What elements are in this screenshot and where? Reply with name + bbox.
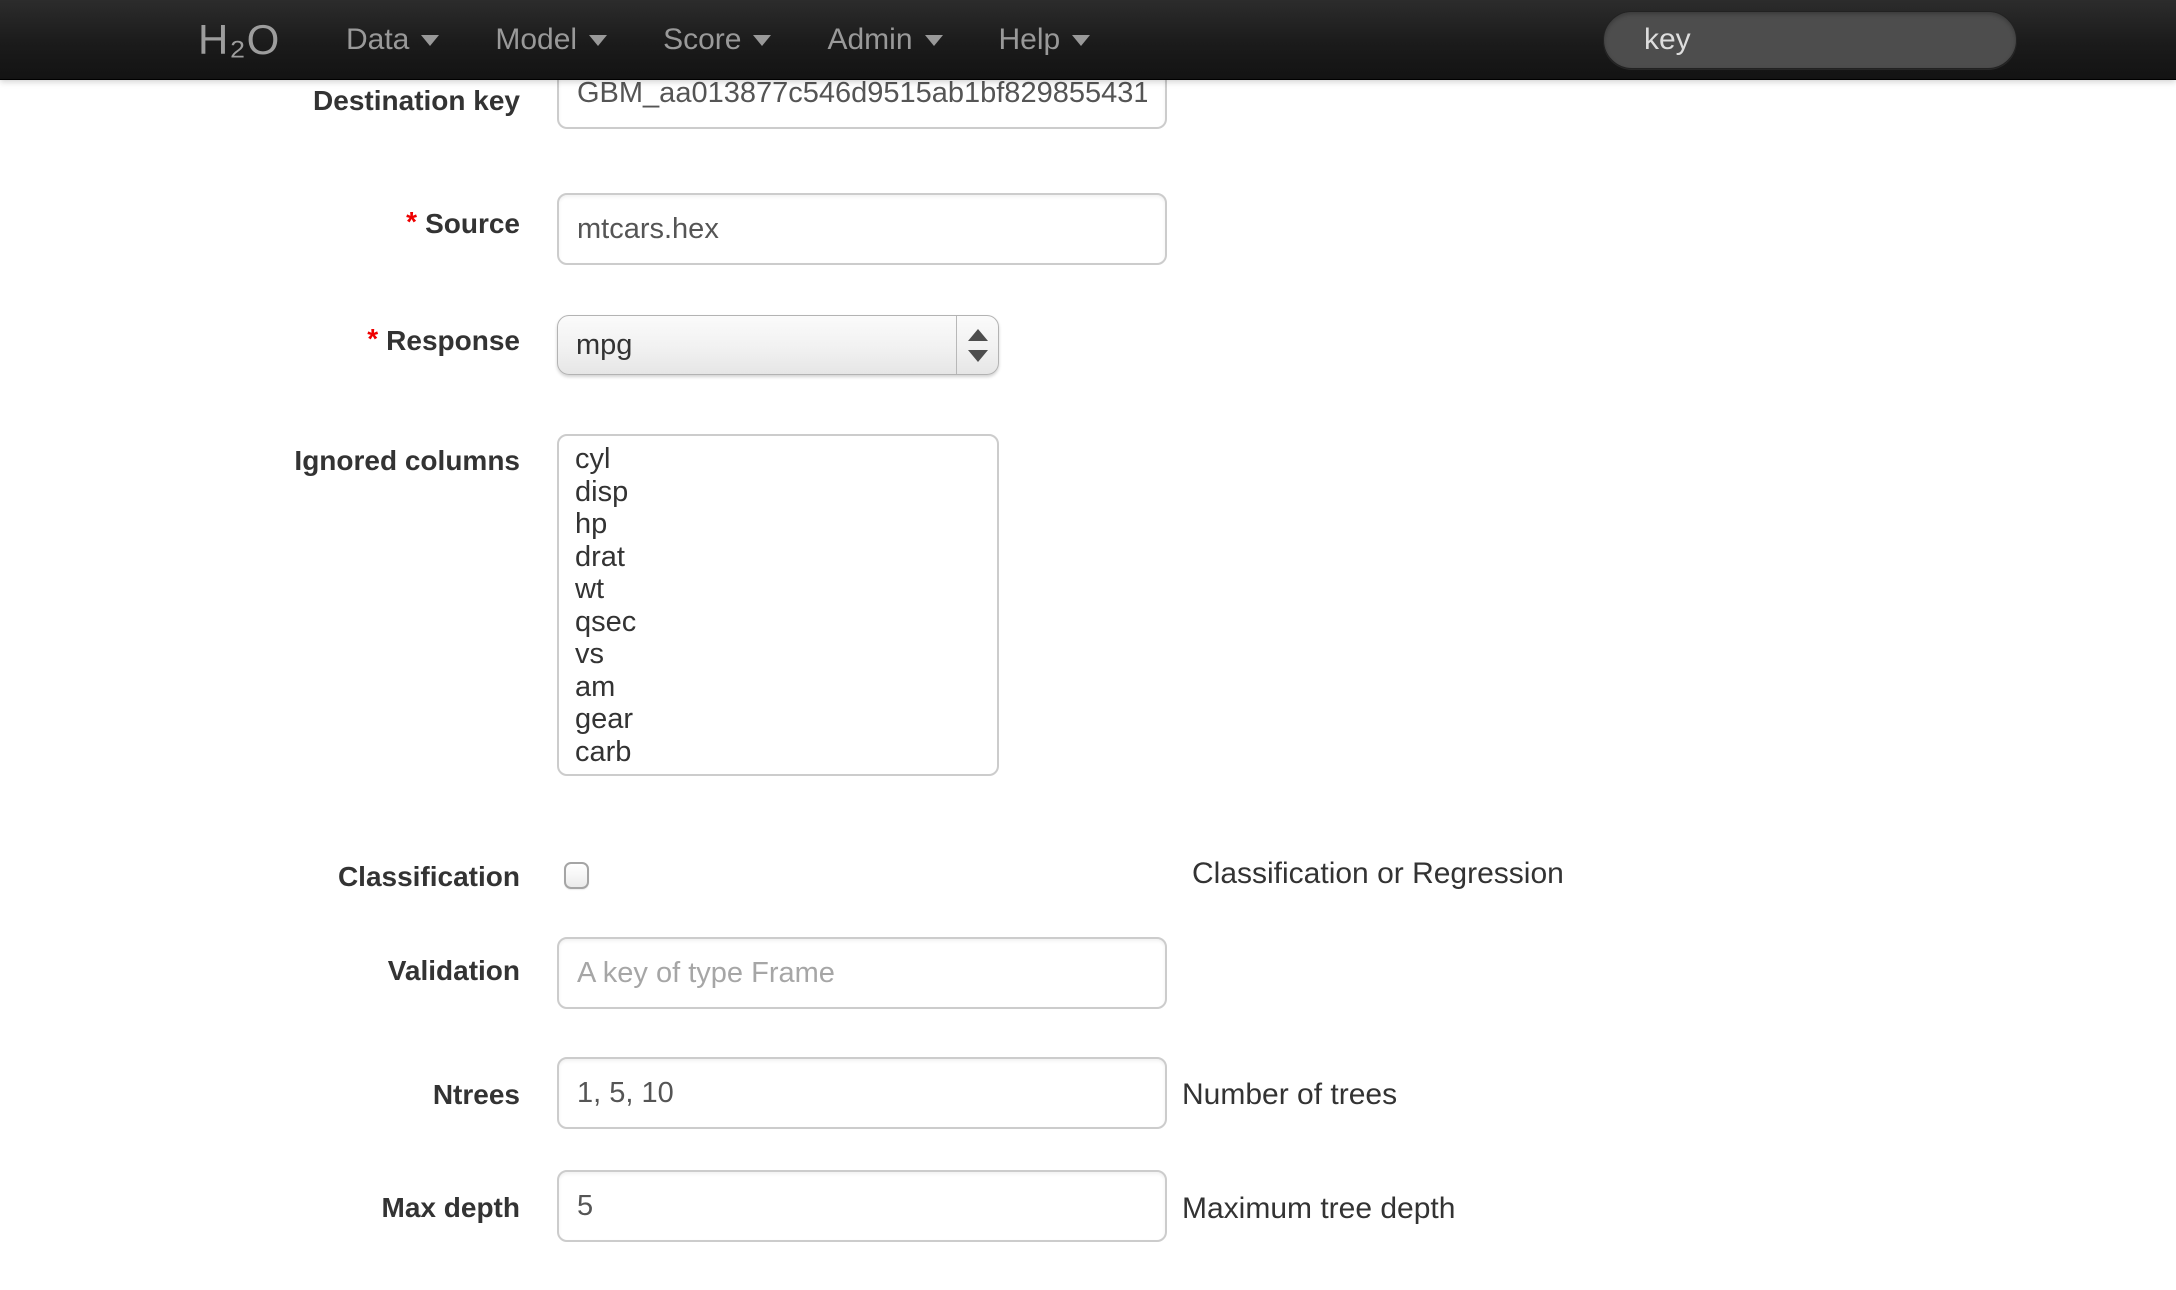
nav-item-help[interactable]: Help (971, 0, 1119, 80)
chevron-down-icon (421, 35, 439, 46)
chevron-down-icon (925, 35, 943, 46)
max-depth-label: Max depth (0, 1193, 520, 1223)
ignored-columns-label: Ignored columns (0, 446, 520, 476)
top-navbar: H₂O Data Model Score Admin Help (0, 0, 2176, 80)
navbar-menu: Data Model Score Admin Help (318, 0, 1118, 80)
ignored-column-option[interactable]: qsec (575, 606, 997, 639)
spinner-up-arrow-icon (968, 329, 988, 341)
response-label: * Response (0, 326, 520, 356)
nav-item-model[interactable]: Model (467, 0, 635, 80)
ignored-column-option[interactable]: hp (575, 508, 997, 541)
classification-label: Classification (0, 862, 520, 892)
select-spinner-icon (956, 316, 998, 374)
destination-key-label: Destination key (0, 86, 520, 116)
chevron-down-icon (753, 35, 771, 46)
nav-item-model-label: Model (495, 23, 577, 57)
ignored-column-option[interactable]: cyl (575, 443, 997, 476)
ignored-column-option[interactable]: vs (575, 638, 997, 671)
nav-item-score[interactable]: Score (635, 0, 799, 80)
response-label-text: Response (386, 325, 520, 356)
required-asterisk: * (367, 323, 378, 354)
ignored-columns-listbox[interactable]: cyl disp hp drat wt qsec vs am gear carb (557, 434, 999, 776)
ignored-column-option[interactable]: carb (575, 736, 997, 769)
ignored-column-option[interactable]: am (575, 671, 997, 704)
ntrees-label: Ntrees (0, 1080, 520, 1110)
source-label: * Source (0, 209, 520, 239)
nav-item-data[interactable]: Data (318, 0, 467, 80)
ignored-column-option[interactable]: disp (575, 476, 997, 509)
search-input[interactable] (1603, 11, 2017, 69)
ntrees-help-text: Number of trees (1182, 1078, 1397, 1112)
nav-item-data-label: Data (346, 23, 409, 57)
gbm-model-form-page: Destination key * Source * Response mpg Ig… (0, 0, 2176, 1290)
chevron-down-icon (589, 35, 607, 46)
chevron-down-icon (1072, 35, 1090, 46)
response-select-value: mpg (558, 329, 956, 362)
max-depth-help-text: Maximum tree depth (1182, 1192, 1455, 1226)
ignored-column-option[interactable]: drat (575, 541, 997, 574)
nav-item-score-label: Score (663, 23, 741, 57)
required-asterisk: * (406, 206, 417, 237)
source-label-text: Source (425, 208, 520, 239)
validation-input[interactable] (557, 937, 1167, 1009)
nav-item-admin[interactable]: Admin (799, 0, 970, 80)
response-select[interactable]: mpg (557, 315, 999, 375)
max-depth-input[interactable] (557, 1170, 1167, 1242)
h2o-logo[interactable]: H₂O (198, 0, 280, 80)
source-input[interactable] (557, 193, 1167, 265)
nav-item-help-label: Help (999, 23, 1061, 57)
classification-checkbox[interactable] (564, 862, 589, 889)
classification-help-text: Classification or Regression (1192, 857, 1564, 891)
validation-label: Validation (0, 956, 520, 986)
ignored-column-option[interactable]: gear (575, 703, 997, 736)
spinner-down-arrow-icon (968, 350, 988, 362)
ignored-column-option[interactable]: wt (575, 573, 997, 606)
nav-item-admin-label: Admin (827, 23, 912, 57)
ntrees-input[interactable] (557, 1057, 1167, 1129)
